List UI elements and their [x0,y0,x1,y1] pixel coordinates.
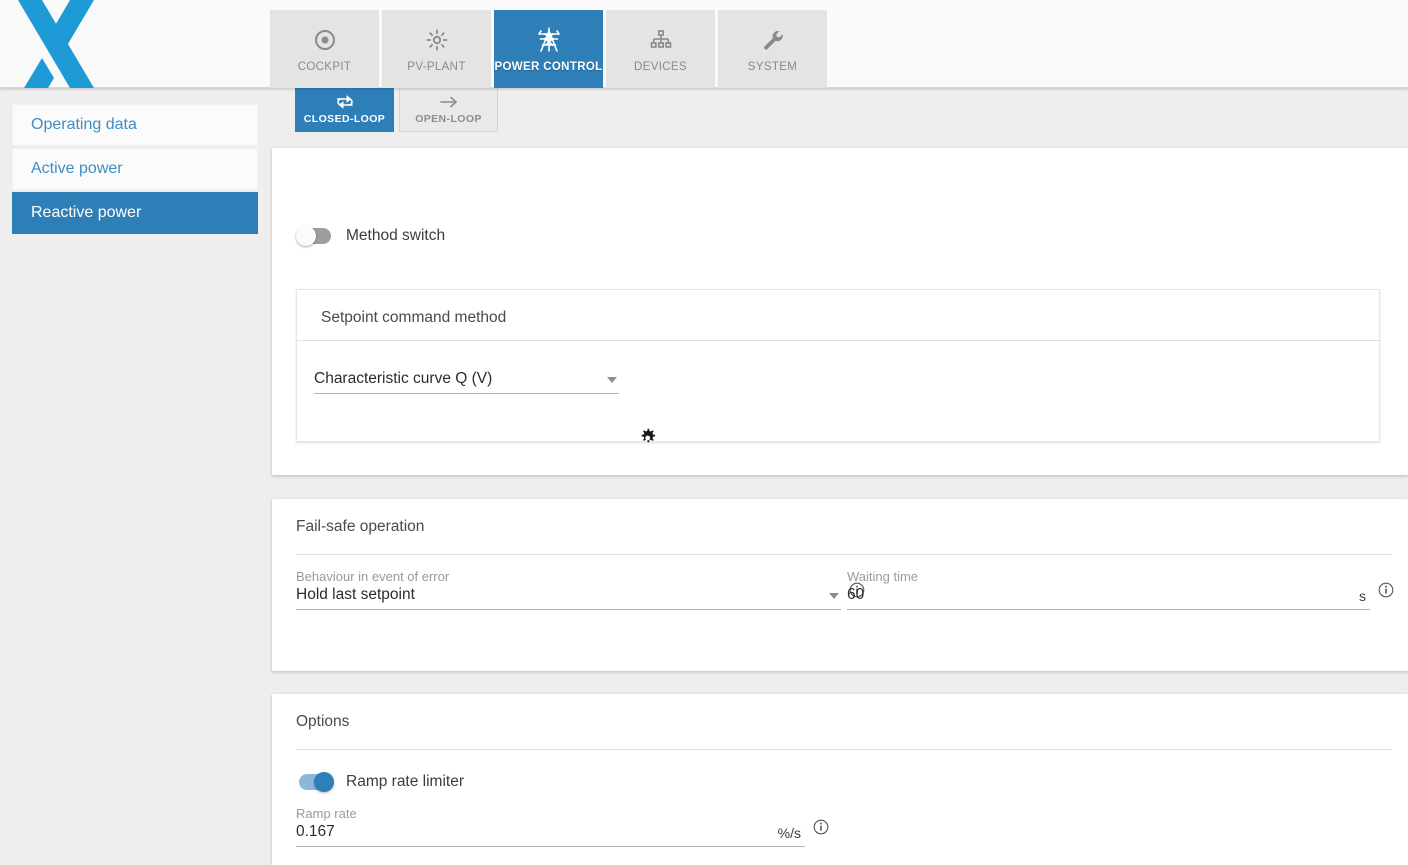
tab-system-label: SYSTEM [748,61,797,73]
ramp-rate-field[interactable]: Ramp rate 0.167 %/s [296,806,805,847]
sidebar-item-label: Reactive power [31,204,141,222]
wrench-icon [761,25,785,55]
info-icon[interactable] [813,819,829,840]
tab-devices[interactable]: DEVICES [606,10,715,88]
open-loop-button[interactable]: OPEN-LOOP [399,88,498,132]
tab-power-control[interactable]: POWER CONTROL [494,10,603,88]
setpoint-method-value: Characteristic curve Q (V) [314,370,607,388]
behaviour-label: Behaviour in event of error [296,569,841,584]
setpoint-panel: Method switch Setpoint command method Ch… [272,148,1408,475]
failsafe-panel: Fail-safe operation Behaviour in event o… [272,499,1408,671]
setpoint-method-select[interactable]: Characteristic curve Q (V) [314,370,619,394]
setpoint-card-title: Setpoint command method [321,309,506,327]
ramp-rate-label: Ramp rate [296,806,805,821]
failsafe-divider [296,554,1392,555]
app-root: COCKPIT [0,0,1408,865]
method-switch-row: Method switch [296,226,445,246]
behaviour-value: Hold last setpoint [296,586,829,604]
toggle-thumb [314,772,334,792]
options-title: Options [296,713,349,731]
control-mode-buttons: CLOSED-LOOP OPEN-LOOP [295,88,498,132]
options-divider [296,749,1392,750]
sun-icon [425,25,449,55]
info-icon[interactable] [1378,582,1394,603]
waiting-time-label: Waiting time [847,569,1370,584]
main-content: CLOSED-LOOP OPEN-LOOP [270,88,1408,865]
app-header: COCKPIT [0,0,1408,88]
sidebar-item-active-power[interactable]: Active power [12,148,258,190]
ramp-rate-limiter-label: Ramp rate limiter [346,773,464,791]
behaviour-select[interactable]: Behaviour in event of error Hold last se… [296,569,841,610]
chevron-down-icon [829,593,839,599]
sidebar: Operating data Active power Reactive pow… [0,88,270,865]
ramp-rate-value[interactable]: 0.167 [296,823,778,841]
tab-system[interactable]: SYSTEM [718,10,827,88]
card-title-divider [297,340,1379,341]
hierarchy-icon [649,25,673,55]
closed-loop-label: CLOSED-LOOP [304,113,385,125]
chevron-down-icon [607,377,617,383]
setpoint-command-card: Setpoint command method Characteristic c… [296,289,1380,442]
toggle-thumb [296,226,316,246]
gear-icon[interactable] [638,428,658,453]
sidebar-item-label: Operating data [31,116,137,134]
tab-pv-plant-label: PV-PLANT [407,61,465,73]
sidebar-item-label: Active power [31,160,123,178]
tab-pv-plant[interactable]: PV-PLANT [382,10,491,88]
ramp-rate-unit: %/s [778,825,801,841]
top-navigation: COCKPIT [270,10,827,88]
tab-power-control-label: POWER CONTROL [494,61,602,73]
tab-cockpit[interactable]: COCKPIT [270,10,379,88]
ramp-rate-limiter-toggle[interactable] [296,772,334,792]
failsafe-title: Fail-safe operation [296,518,424,536]
closed-loop-button[interactable]: CLOSED-LOOP [295,88,394,132]
waiting-time-field[interactable]: Waiting time 60 s [847,569,1370,610]
tab-devices-label: DEVICES [634,61,687,73]
x-logo [8,0,104,88]
sidebar-item-operating-data[interactable]: Operating data [12,104,258,146]
right-arrow-icon [438,93,460,111]
sidebar-item-reactive-power[interactable]: Reactive power [12,192,258,234]
open-loop-label: OPEN-LOOP [415,113,482,125]
waiting-time-value[interactable]: 60 [847,586,1359,604]
method-switch-toggle[interactable] [296,226,334,246]
method-switch-label: Method switch [346,227,445,245]
transmission-tower-icon [536,25,562,55]
ramp-rate-limiter-row: Ramp rate limiter [296,772,464,792]
waiting-time-unit: s [1359,588,1366,604]
target-icon [313,25,337,55]
tab-cockpit-label: COCKPIT [298,61,352,73]
options-panel: Options Ramp rate limiter Ramp rate 0.16… [272,694,1408,865]
loop-arrow-icon [335,93,355,111]
